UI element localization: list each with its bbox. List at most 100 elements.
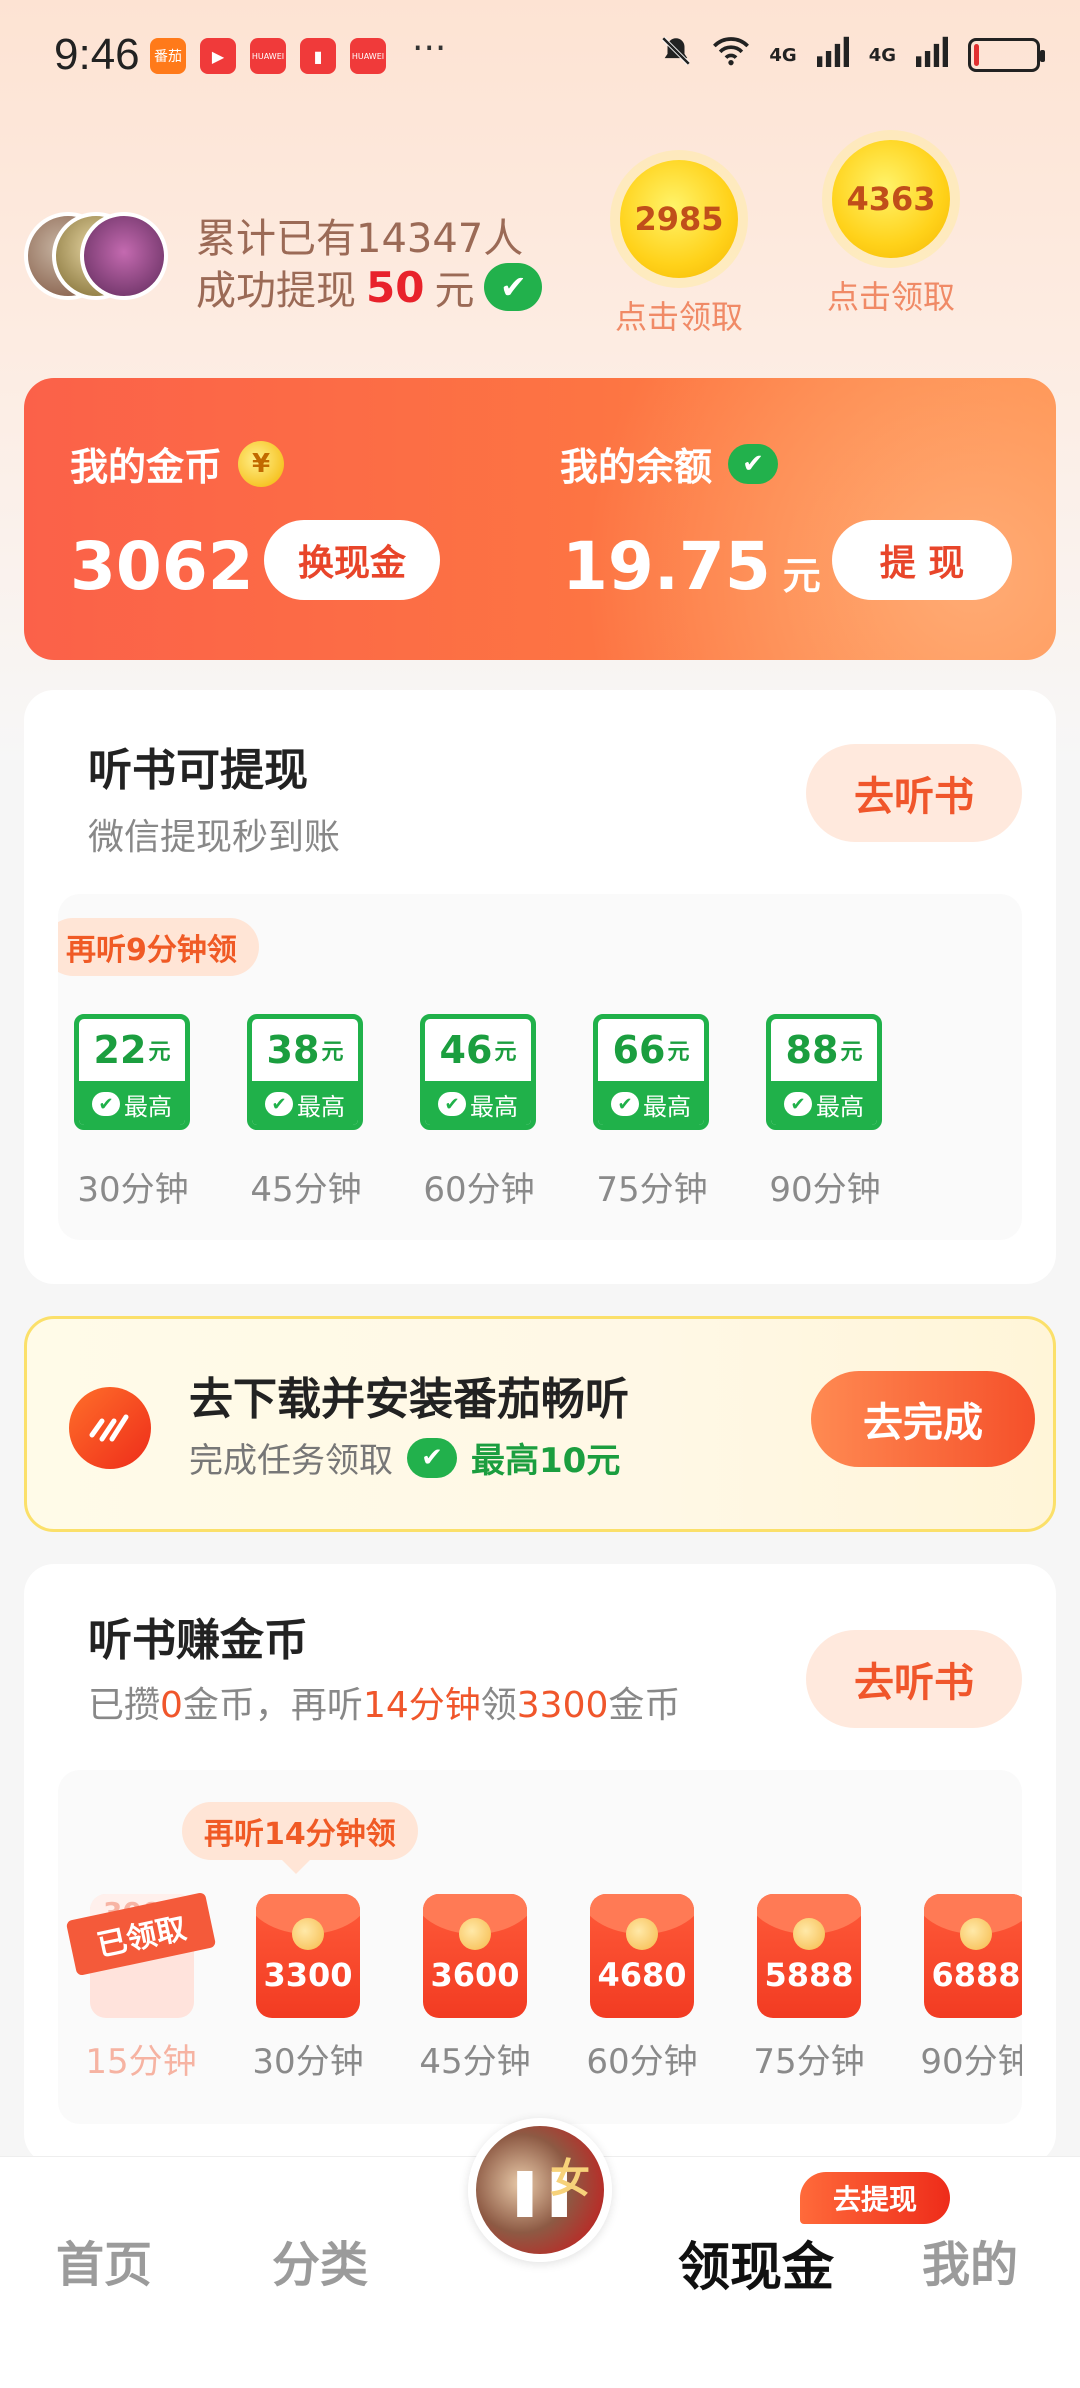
red-packet[interactable]: 4680 xyxy=(590,1894,694,2018)
wechat-check-icon: ✔ xyxy=(438,1092,466,1116)
tier-time: 30分钟 xyxy=(77,1170,189,1210)
coins-label-text: 我的金币 xyxy=(70,445,223,489)
network-label-2: 4G xyxy=(868,44,896,66)
tier-badge: ✔ 最高 xyxy=(425,1081,531,1125)
status-right: 4G 4G xyxy=(659,34,1045,76)
signal-icon-2 xyxy=(914,35,950,75)
tier-badge-text: 最高 xyxy=(124,1092,172,1121)
coin-bubble-label: 点击领取 xyxy=(614,298,743,336)
tier-time: 75分钟 xyxy=(596,1170,708,1210)
status-app-icons: 番茄 ▶ HUAWEI ▮ HUAWEI xyxy=(150,38,386,74)
packet-time: 60分钟 xyxy=(586,2042,698,2082)
tier-time: 90分钟 xyxy=(769,1170,881,1210)
packet-value: 3600 xyxy=(430,1956,520,1994)
withdraw-amount-text: 成功提现 50 元 ✔ xyxy=(196,258,543,316)
withdraw-count-text: 累计已有14347人 xyxy=(196,216,524,262)
balance-unit: 元 xyxy=(782,554,821,598)
video-app-icon: ▶ xyxy=(200,38,236,74)
packet-value: 3300 xyxy=(263,1956,353,1994)
wechat-check-icon: ✔ xyxy=(484,263,543,311)
battery-level xyxy=(974,44,980,66)
withdraw-tier[interactable]: 88 元 ✔ 最高 xyxy=(766,1014,882,1130)
red-packet[interactable]: 6888 xyxy=(924,1894,1022,2018)
withdraw-unit: 元 xyxy=(434,268,475,314)
task-subtitle-text: 完成任务领取 xyxy=(189,1441,393,1481)
go-listen-button[interactable]: 去听书 xyxy=(806,744,1022,842)
task-subtitle: 完成任务领取 ✔ 最高10元 xyxy=(189,1433,620,1482)
subtitle-part: 金币 xyxy=(608,1685,681,1726)
listen-coins-tip-tag: 再听14分钟领 xyxy=(182,1802,418,1874)
wechat-check-icon: ✔ xyxy=(728,443,779,484)
mute-bell-icon xyxy=(659,34,693,76)
remaining-time: 14分钟 xyxy=(362,1685,481,1726)
coin-bubble-2[interactable]: 4363 点击领取 xyxy=(816,140,966,318)
go-listen-button-2[interactable]: 去听书 xyxy=(806,1630,1022,1728)
fanqie-app-icon: 番茄 xyxy=(150,38,186,74)
withdraw-tier[interactable]: 38 元 ✔ 最高 xyxy=(247,1014,363,1130)
coin-bubble-value: 2985 xyxy=(620,160,738,278)
tier-amount: 66 元 xyxy=(598,1019,704,1081)
tier-badge-text: 最高 xyxy=(816,1092,864,1121)
signal-icon-1 xyxy=(815,35,851,75)
tab-category[interactable]: 分类 xyxy=(272,2225,368,2295)
tier-amount: 46 元 xyxy=(425,1019,531,1081)
tier-amount-unit: 元 xyxy=(667,1040,690,1065)
tab-cash[interactable]: 领现金 xyxy=(678,2225,834,2300)
wechat-check-icon: ✔ xyxy=(784,1092,812,1116)
huawei-app-icon: HUAWEI xyxy=(250,38,286,74)
red-packet[interactable]: 5888 xyxy=(757,1894,861,2018)
subtitle-part: 金币，再听 xyxy=(182,1685,363,1726)
withdraw-prefix: 成功提现 xyxy=(196,268,356,314)
balance-label-text: 我的余额 xyxy=(560,445,713,489)
coin-bubble-1[interactable]: 2985 点击领取 xyxy=(604,160,754,338)
coins-value: 3062 xyxy=(70,528,254,605)
subtitle-part: 已攒 xyxy=(88,1685,161,1726)
fanqie-listen-app-icon xyxy=(69,1387,151,1469)
packet-seal xyxy=(292,1918,324,1950)
wechat-check-icon: ✔ xyxy=(611,1092,639,1116)
battery-app-icon: ▮ xyxy=(300,38,336,74)
tier-amount: 38 元 xyxy=(252,1019,358,1081)
balance-label: 我的余额 ✔ xyxy=(560,436,779,491)
audio-player-button[interactable]: 女 ❚❚ xyxy=(468,2118,612,2262)
withdraw-tier[interactable]: 22 元 ✔ 最高 xyxy=(74,1014,190,1130)
network-label-1: 4G xyxy=(769,44,797,66)
tier-amount-value: 22 xyxy=(93,1028,147,1072)
tier-amount-value: 66 xyxy=(612,1028,666,1072)
exchange-cash-button[interactable]: 换现金 xyxy=(264,520,440,600)
withdraw-button[interactable]: 提 现 xyxy=(832,520,1012,600)
coin-bubble-label: 点击领取 xyxy=(826,278,955,316)
tab-mine[interactable]: 我的 xyxy=(922,2225,1018,2295)
packet-time: 30分钟 xyxy=(252,2042,364,2082)
download-task-banner[interactable]: 去下载并安装番茄畅听 完成任务领取 ✔ 最高10元 去完成 xyxy=(24,1316,1056,1532)
packet-seal xyxy=(459,1918,491,1950)
avatar xyxy=(80,212,168,300)
packet-value: 4680 xyxy=(597,1956,687,1994)
packet-seal xyxy=(960,1918,992,1950)
withdraw-tab-badge: 去提现 xyxy=(800,2172,950,2224)
packet-time: 75分钟 xyxy=(753,2042,865,2082)
subtitle-part: 领 xyxy=(480,1685,517,1726)
packet-value: 6888 xyxy=(931,1956,1021,1994)
packet-time: 15分钟 xyxy=(85,2042,197,2082)
balance-value-group: 19.75 元 xyxy=(562,528,821,605)
tier-badge-text: 最高 xyxy=(643,1092,691,1121)
red-packet[interactable]: 3600 xyxy=(423,1894,527,2018)
tab-home[interactable]: 首页 xyxy=(56,2225,152,2295)
listen-coins-title: 听书赚金币 xyxy=(88,1615,308,1666)
listen-withdraw-subtitle: 微信提现秒到账 xyxy=(88,817,341,858)
packet-time: 90分钟 xyxy=(920,2042,1022,2082)
tier-time: 60分钟 xyxy=(423,1170,535,1210)
tier-badge: ✔ 最高 xyxy=(252,1081,358,1125)
complete-task-button[interactable]: 去完成 xyxy=(811,1371,1035,1467)
red-packet[interactable]: 3300 xyxy=(256,1894,360,2018)
tier-amount-unit: 元 xyxy=(840,1040,863,1065)
battery-icon xyxy=(968,38,1045,72)
tier-amount-unit: 元 xyxy=(321,1040,344,1065)
packet-value: 5888 xyxy=(764,1956,854,1994)
tier-badge: ✔ 最高 xyxy=(771,1081,877,1125)
tier-badge-text: 最高 xyxy=(470,1092,518,1121)
status-more-icon: ··· xyxy=(412,28,447,69)
withdraw-tier[interactable]: 66 元 ✔ 最高 xyxy=(593,1014,709,1130)
withdraw-tier[interactable]: 46 元 ✔ 最高 xyxy=(420,1014,536,1130)
